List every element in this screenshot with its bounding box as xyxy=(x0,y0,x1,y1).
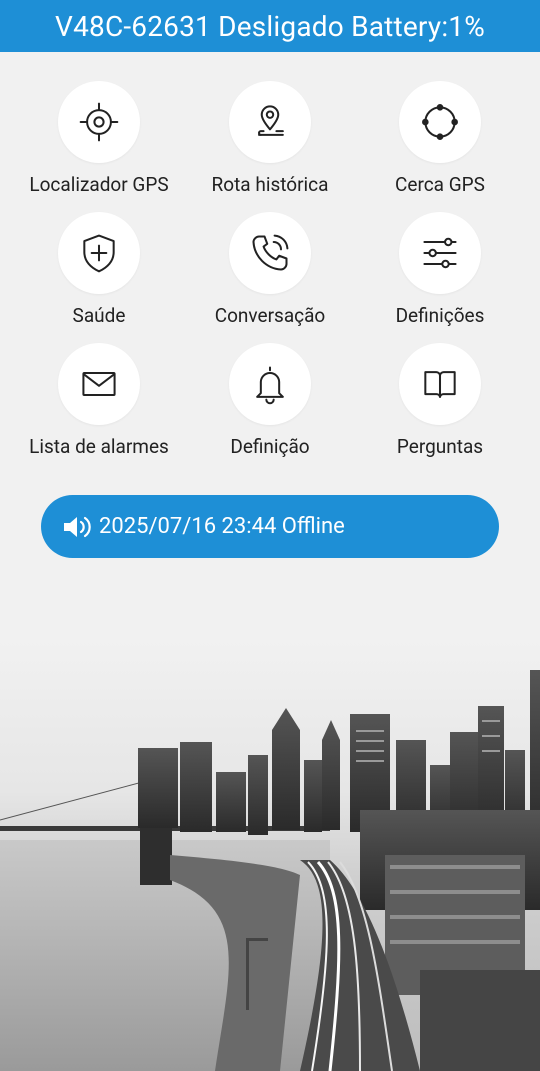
menu-label: Conversação xyxy=(214,304,326,327)
geofence-circle-icon xyxy=(422,104,458,140)
speaker-icon xyxy=(64,516,91,537)
menu-label: Definição xyxy=(230,435,310,458)
menu-label: Cerca GPS xyxy=(395,173,485,196)
background-city-image xyxy=(0,640,540,1071)
status-bar[interactable]: 2025/07/16 23:44 Offline xyxy=(41,495,499,558)
menu-conversacao[interactable]: Conversação xyxy=(185,212,355,327)
sliders-icon xyxy=(423,237,457,269)
menu-label: Saúde xyxy=(72,304,126,327)
menu-label: Perguntas xyxy=(396,435,484,458)
menu-label: Lista de alarmes xyxy=(29,435,169,458)
menu-saude[interactable]: Saúde xyxy=(14,212,184,327)
menu-definicoes[interactable]: Definições xyxy=(355,212,525,327)
crosshair-icon xyxy=(79,102,119,142)
menu-label: Definições xyxy=(395,304,485,327)
menu-cerca-gps[interactable]: Cerca GPS xyxy=(355,81,525,196)
menu-lista-de-alarmes[interactable]: Lista de alarmes xyxy=(14,343,184,458)
envelope-icon xyxy=(82,371,116,397)
bell-icon xyxy=(256,366,284,405)
map-pin-route-icon xyxy=(257,105,284,136)
header-title: V48C-62631 Desligado Battery:1% xyxy=(0,0,540,52)
menu-perguntas[interactable]: Perguntas xyxy=(355,343,525,458)
status-text: 2025/07/16 23:44 Offline xyxy=(99,514,345,539)
shield-plus-icon xyxy=(83,234,115,273)
menu-label: Rota histórica xyxy=(211,173,329,196)
book-icon xyxy=(424,371,456,398)
menu-definicao[interactable]: Definição xyxy=(185,343,355,458)
menu-label: Localizador GPS xyxy=(29,173,169,196)
phone-call-icon xyxy=(252,234,289,271)
menu-localizador-gps[interactable]: Localizador GPS xyxy=(14,81,184,196)
menu-rota-historica[interactable]: Rota histórica xyxy=(185,81,355,196)
